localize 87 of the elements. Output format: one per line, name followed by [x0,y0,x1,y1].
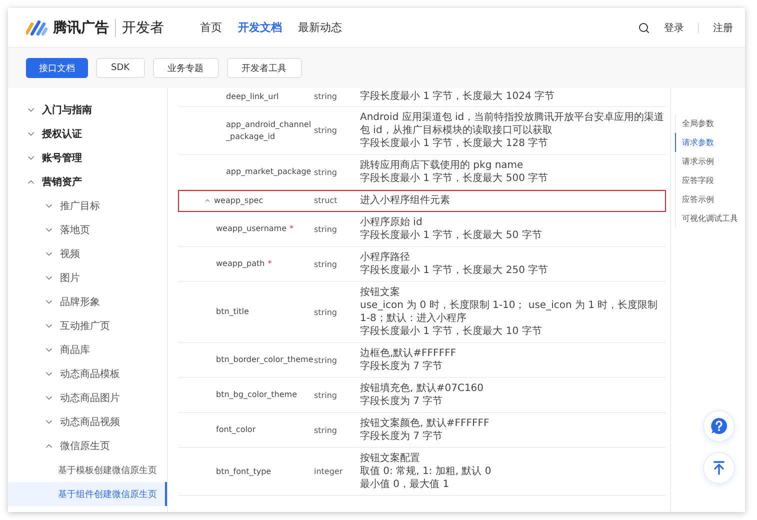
help-icon [710,417,728,435]
field-name: app_market_package [226,166,312,178]
field-name: weapp_path [216,258,265,270]
field-description: Android 应用渠道包 id，当前特指投放腾讯开放平台安卓应用的渠道包 id，从推广目标模块的读取接口可以获取 [360,111,666,137]
field-name: font_color [216,424,256,436]
sidebar-item[interactable]: 营销资产 [8,170,167,194]
product-name: 开发者 [115,18,164,36]
field-description: 按钮文案 [360,286,401,299]
field-description: 字段长度最小 1 字节，长度最大 128 字节 [360,137,550,150]
field-description: 字段长度为 7 字节 [360,360,444,373]
field-description: 按钮文案配置 [360,452,421,465]
field-type: string [314,308,338,316]
sidebar-item[interactable]: 基于模板创建微信原生页 [8,458,167,482]
category-tab[interactable]: 接口文档 [26,58,88,78]
field-description: 按钮文案颜色, 默认#FFFFFF [360,417,490,430]
toc-link[interactable]: 应答字段 [675,171,745,190]
sidebar-item[interactable]: 落地页 [8,218,167,242]
field-description: 小程序原始 id [360,216,424,229]
field-description: 小程序路径 [360,251,411,264]
field-description: 最小值 0，最大值 1 [360,478,450,491]
field-type: string [314,92,338,101]
collapse-icon[interactable] [204,197,211,204]
sidebar-item[interactable]: 互动推广页 [8,314,167,338]
toc-link[interactable]: 可视化调试工具 [675,209,745,228]
brand-name: 腾讯广告 [53,18,109,36]
toc-link[interactable]: 请求示例 [675,152,745,171]
field-type: struct [314,196,338,205]
sidebar-item[interactable]: 动态商品图片 [8,386,167,410]
field-description: 进入小程序组件元素 [360,194,451,207]
field-type: string [314,390,338,400]
field-type: string [314,356,338,364]
sidebar-item[interactable]: 图片 [8,266,167,290]
sidebar-item[interactable]: 基于组件创建微信原生页 [8,482,167,506]
login-link[interactable]: 登录 [664,20,684,34]
field-name: deep_link_url [226,90,279,102]
field-name: btn_font_type [216,466,272,478]
field-type: string [314,224,338,234]
field-name: weapp_username [216,223,287,235]
field-type: integer [314,467,344,476]
field-description: 按钮填充色, 默认#07C160 [360,382,485,395]
field-description: 字段长度最小 1 字节，长度最大 1024 字节 [360,90,556,103]
nav-link[interactable]: 开发文档 [238,20,282,35]
field-description: 字段长度最小 1 字节，长度最大 500 字节 [360,172,550,185]
toc-link[interactable]: 请求参数 [675,133,745,152]
field-description: 字段长度最小 1 字节，长度最大 250 字节 [360,264,550,277]
help-button[interactable] [703,410,735,442]
field-description: 字段长度最小 1 字节，长度最大 10 字节 [360,325,543,338]
field-name: btn_bg_color_theme [216,389,297,401]
sidebar-item[interactable]: 品牌形象 [8,290,167,314]
field-type: string [314,126,338,135]
sidebar-item[interactable]: 动态商品模板 [8,362,167,386]
field-description: 字段长度为 7 字节 [360,430,444,443]
field-name: app_android_channel_package_id [226,118,312,142]
arrow-up-icon [711,460,727,476]
sidebar-item[interactable]: 动态商品视频 [8,410,167,434]
toc-link[interactable]: 应答示例 [675,190,745,209]
field-type: string [314,426,338,434]
sidebar-item[interactable]: 视频 [8,242,167,266]
sidebar-item[interactable]: 入门与指南 [8,98,167,122]
sidebar-item[interactable]: 微信原生页 [8,434,167,458]
category-tab[interactable]: SDK [96,58,145,78]
category-tab[interactable]: 业务专题 [152,58,219,78]
back-to-top-button[interactable] [703,452,735,484]
nav-link[interactable]: 首页 [200,20,222,35]
nav-link[interactable]: 最新动态 [298,20,342,35]
field-description: 取值 0: 常规, 1: 加粗, 默认 0 [360,465,492,478]
required-mark: * [268,258,272,270]
required-mark: * [290,223,294,235]
field-description: 字段长度为 7 字节 [360,395,444,408]
field-description: 边框色,默认#FFFFFF [360,347,458,360]
field-description: 字段长度最小 1 字节，长度最大 50 字节 [360,229,543,242]
field-type: string [314,260,338,268]
sidebar-item[interactable]: 账号管理 [8,146,167,170]
sidebar-item[interactable]: 商品库 [8,338,167,362]
field-name: weapp_spec [214,194,264,206]
logo-icon [26,20,48,36]
category-tab[interactable]: 开发者工具 [226,58,302,78]
field-description: use_icon 为 0 时，长度限制 1-10； use_icon 为 1 时，长度限制 1-8；默认：进入小程序 [360,299,659,325]
field-name: btn_title [216,306,249,318]
field-description: 跳转应用商店下载使用的 pkg name [360,159,524,172]
register-link[interactable]: 注册 [713,20,733,34]
sidebar-item[interactable]: 推广目标 [8,194,167,218]
toc-link[interactable]: 全局参数 [675,114,745,133]
sidebar-item[interactable]: 授权认证 [8,122,167,146]
field-name: btn_border_color_theme [216,354,314,366]
field-type: string [314,168,338,176]
search-icon[interactable] [638,22,650,34]
